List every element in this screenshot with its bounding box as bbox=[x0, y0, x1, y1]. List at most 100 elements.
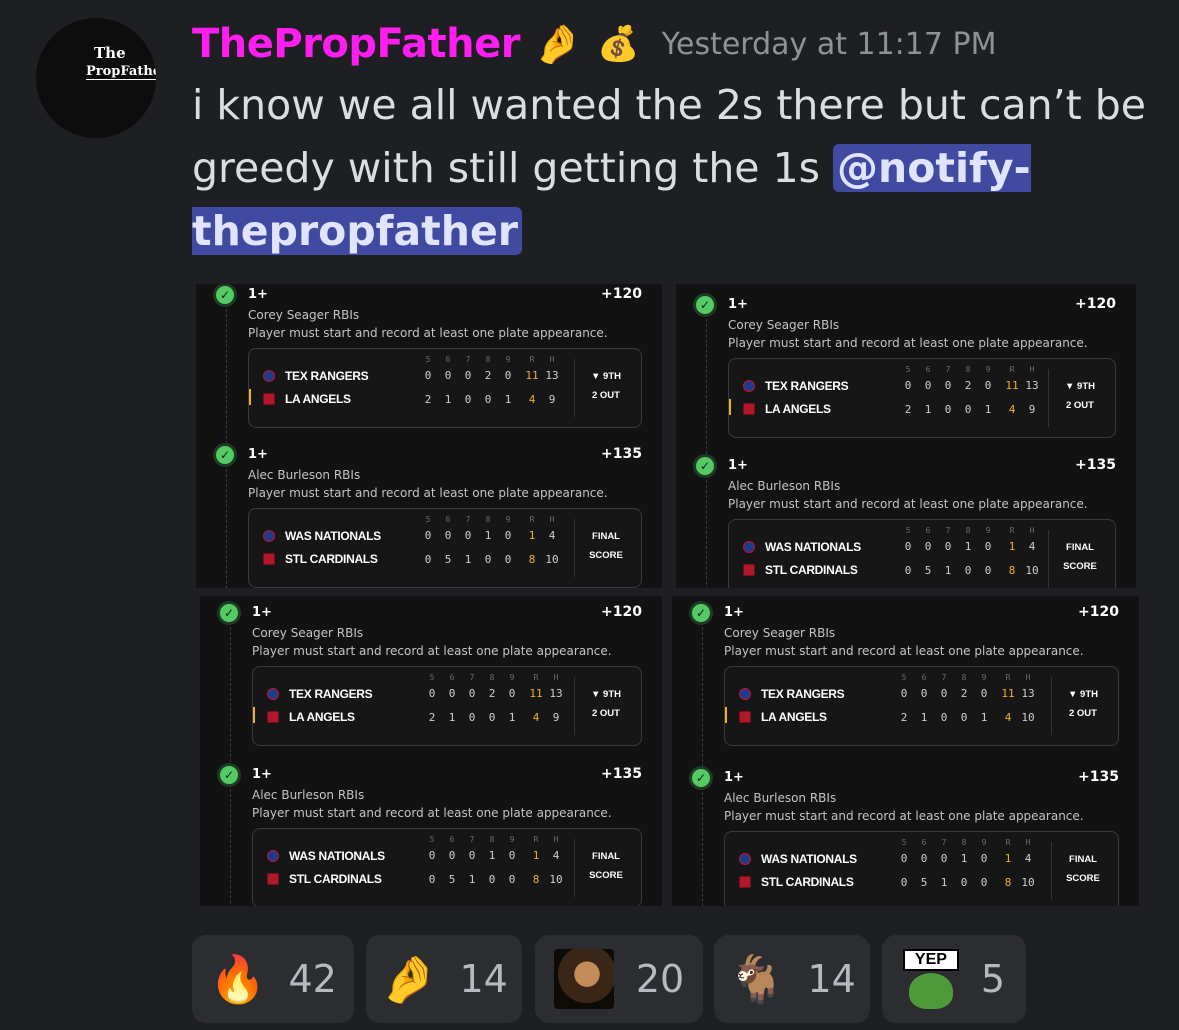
possession-indicator bbox=[253, 707, 255, 723]
inning-label: 7 bbox=[941, 838, 947, 847]
game-status-line1: FINAL bbox=[592, 531, 620, 542]
bet-rule: Player must start and record at least on… bbox=[252, 644, 612, 658]
bet-tier: 1+ bbox=[724, 605, 744, 620]
score-cell: 10 bbox=[1021, 711, 1035, 724]
inning-label: 7 bbox=[465, 355, 471, 364]
score-cell: 10 bbox=[1025, 564, 1039, 577]
inning-label: 5 bbox=[901, 673, 907, 682]
score-cell: 0 bbox=[424, 369, 432, 382]
score-cell: 4 bbox=[548, 529, 556, 542]
inning-label: 8 bbox=[961, 673, 967, 682]
score-cell: 0 bbox=[984, 379, 992, 392]
avatar[interactable]: The PropFather bbox=[36, 18, 156, 138]
score-cell: 10 bbox=[545, 553, 559, 566]
innings-header: 5 6 7 8 9 R H bbox=[423, 835, 559, 849]
goat-reaction[interactable]: 🐐 14 bbox=[714, 935, 870, 1023]
score-cell: 13 bbox=[549, 687, 563, 700]
attachment-image[interactable]: ✓ 1+ +120 Corey Seager RBIs Player must star… bbox=[676, 284, 1136, 588]
score-cell: 5 bbox=[444, 553, 452, 566]
fire-reaction[interactable]: 🔥 42 bbox=[192, 935, 354, 1023]
line-score: 0001014 bbox=[895, 852, 1032, 866]
score-cell: 0 bbox=[964, 564, 972, 577]
score-cell: 0 bbox=[940, 711, 948, 724]
inning-label: R bbox=[1009, 526, 1015, 535]
team-row: WAS NATIONALS bbox=[743, 538, 861, 556]
avatar-logo-line2: PropFather bbox=[86, 64, 156, 80]
inning-label: 9 bbox=[505, 515, 511, 524]
score-cell: 0 bbox=[508, 873, 516, 886]
score-cell: 2 bbox=[424, 393, 432, 406]
game-scorecard: TEX RANGERS LA ANGELS 5 6 7 8 9 R H 0 0 0 2 0 11 13 2 1 0 0… bbox=[728, 358, 1116, 438]
score-cell: 9 bbox=[548, 393, 556, 406]
inning-label: 5 bbox=[901, 838, 907, 847]
score-cell: 0 bbox=[980, 687, 988, 700]
inning-label: 9 bbox=[981, 838, 987, 847]
reaction-count: 42 bbox=[288, 957, 337, 1001]
game-scorecard: WAS NATIONALS STL CARDINALS 5 6 7 8 9 R H 0 0 0 1 0 1 4… bbox=[724, 831, 1119, 906]
score-cell: 0 bbox=[960, 876, 968, 889]
score-cell: 0 bbox=[940, 852, 948, 865]
team-row: STL CARDINALS bbox=[263, 550, 378, 568]
team-row: TEX RANGERS bbox=[743, 377, 849, 395]
inning-label: 9 bbox=[985, 526, 991, 535]
line-score: 2100149 bbox=[899, 403, 1036, 417]
inning-label: 7 bbox=[945, 365, 951, 374]
timeline-line bbox=[706, 475, 707, 588]
attachment-image[interactable]: ✓ 1+ +120 Corey Seager RBIs Player must star… bbox=[196, 284, 662, 588]
score-cell: 1 bbox=[448, 711, 456, 724]
game-scorecard: TEX RANGERS LA ANGELS 5 6 7 8 9 R H 0 0 0 2 0 11 13 2 1 0 0… bbox=[724, 666, 1119, 746]
game-status-line1: ▼ 9TH bbox=[1065, 381, 1095, 392]
yep-reaction[interactable]: YEP 5 bbox=[882, 935, 1026, 1023]
score-cell: 0 bbox=[944, 540, 952, 553]
score-cell: 0 bbox=[488, 873, 496, 886]
inning-label: 8 bbox=[961, 838, 967, 847]
line-score: 0 0 0 2 0 11 13 bbox=[895, 687, 1035, 701]
score-cell: 0 bbox=[508, 849, 516, 862]
game-status-line2: SCORE bbox=[1066, 873, 1100, 884]
score-cell: 5 bbox=[924, 564, 932, 577]
team-name: TEX RANGERS bbox=[285, 369, 369, 383]
game-scorecard: WAS NATIONALS STL CARDINALS 5 6 7 8 9 R H 0 0 0 1 0 1 4… bbox=[728, 519, 1116, 588]
username[interactable]: ThePropFather bbox=[192, 21, 520, 67]
score-cell: 5 bbox=[448, 873, 456, 886]
inning-label: 5 bbox=[429, 673, 435, 682]
innings-header: 5 6 7 8 9 R H bbox=[423, 673, 559, 687]
bet-odds: +120 bbox=[1075, 296, 1116, 312]
pinched-fingers-badge-icon: 🤌 bbox=[533, 22, 582, 66]
inning-label: H bbox=[1025, 838, 1031, 847]
score-cell: 1 bbox=[444, 393, 452, 406]
score-cell: 0 bbox=[900, 687, 908, 700]
attachment-image[interactable]: ✓ 1+ +120 Corey Seager RBIs Player must star… bbox=[200, 596, 662, 906]
score-cell: 0 bbox=[424, 529, 432, 542]
score-cell: 1 bbox=[488, 849, 496, 862]
game-status-line2: 2 OUT bbox=[1066, 400, 1094, 411]
score-cell: 0 bbox=[464, 393, 472, 406]
inning-label: 8 bbox=[489, 835, 495, 844]
bet-odds: +120 bbox=[1078, 604, 1119, 620]
check-icon: ✓ bbox=[216, 446, 234, 464]
inning-label: 9 bbox=[985, 365, 991, 374]
inning-label: H bbox=[549, 515, 555, 524]
team-logo-icon bbox=[743, 403, 755, 415]
team-logo-icon bbox=[739, 688, 751, 700]
timestamp[interactable]: Yesterday at 11:17 PM bbox=[662, 27, 997, 62]
innings-header: 5 6 7 8 9 R H bbox=[899, 365, 1035, 379]
score-cell: 0 bbox=[464, 529, 472, 542]
score-cell: 2 bbox=[488, 687, 496, 700]
score-cell: 0 bbox=[448, 849, 456, 862]
game-scorecard: WAS NATIONALS STL CARDINALS 5 6 7 8 9 R H 0 0 0 1 0 1 4… bbox=[248, 508, 642, 588]
score-cell: 4 bbox=[552, 849, 560, 862]
pinched-fingers-reaction[interactable]: 🤌 14 bbox=[366, 935, 522, 1023]
bet-market: Alec Burleson RBIs bbox=[252, 788, 365, 802]
timeline-line bbox=[230, 784, 231, 906]
bet-tier: 1+ bbox=[252, 767, 272, 782]
score-cell: 0 bbox=[924, 379, 932, 392]
game-status-line2: 2 OUT bbox=[1069, 708, 1097, 719]
team-logo-icon bbox=[743, 541, 755, 553]
godfather-reaction[interactable]: 20 bbox=[535, 935, 703, 1023]
attachment-image[interactable]: ✓ 1+ +120 Corey Seager RBIs Player must star… bbox=[672, 596, 1139, 906]
score-cell: 13 bbox=[1021, 687, 1035, 700]
inning-label: 7 bbox=[465, 515, 471, 524]
score-cell: 11 bbox=[529, 687, 543, 700]
goat-icon: 🐐 bbox=[728, 952, 786, 1006]
